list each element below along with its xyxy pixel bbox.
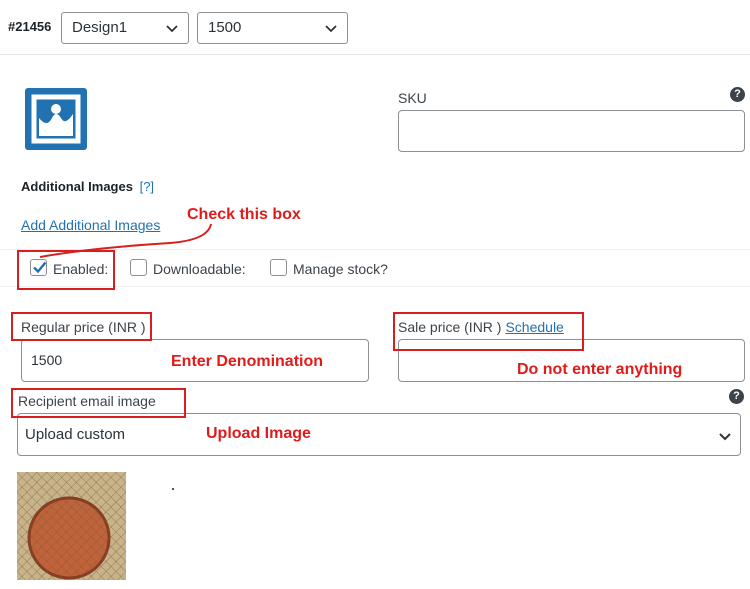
annotation-do-not-enter: Do not enter anything [517,361,683,378]
annotation-box-sale-price [393,312,584,351]
annotation-arrow [39,223,212,258]
annotation-box-email-image [11,388,186,418]
annotation-enter-denomination: Enter Denomination [171,353,324,370]
annotation-box-regular-price [11,312,152,341]
annotation-upload-image: Upload Image [206,425,311,442]
